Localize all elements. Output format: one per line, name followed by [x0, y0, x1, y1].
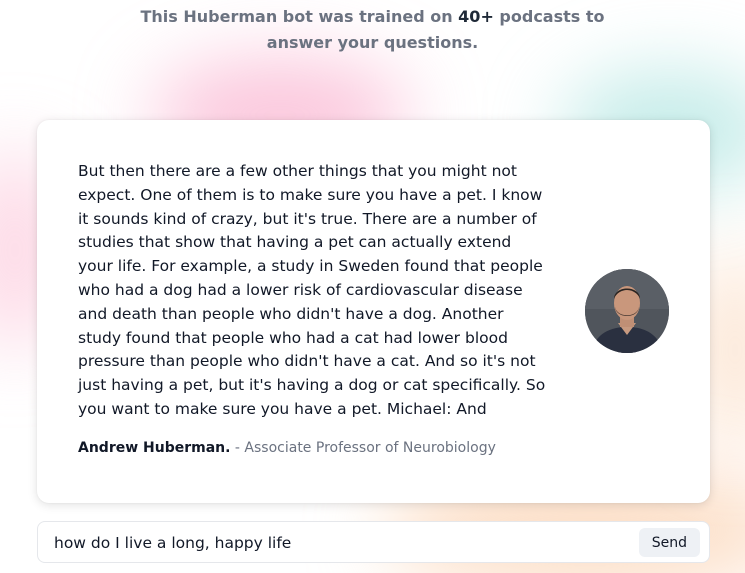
headline-text-start: This Huberman bot was trained on [140, 7, 459, 26]
podcast-count: 40+ [458, 7, 494, 26]
answer-quote: But then there are a few other things th… [78, 162, 546, 418]
author-portrait-icon [585, 269, 669, 353]
chat-input-bar: Send [37, 521, 710, 563]
author-avatar [585, 269, 669, 353]
headline-text-end: podcasts to [493, 7, 605, 26]
send-button[interactable]: Send [638, 528, 700, 557]
page: This Huberman bot was trained on 40+ pod… [0, 0, 745, 573]
author-name: Andrew Huberman. [78, 440, 231, 456]
question-input[interactable] [54, 530, 634, 556]
author-role: - Associate Professor of Neurobiology [230, 440, 496, 456]
headline-text-line2: answer your questions. [266, 33, 479, 52]
page-headline: This Huberman bot was trained on 40+ pod… [0, 4, 745, 56]
answer-card: But then there are a few other things th… [37, 120, 710, 503]
author-attribution: Andrew Huberman. - Associate Professor o… [78, 440, 496, 456]
